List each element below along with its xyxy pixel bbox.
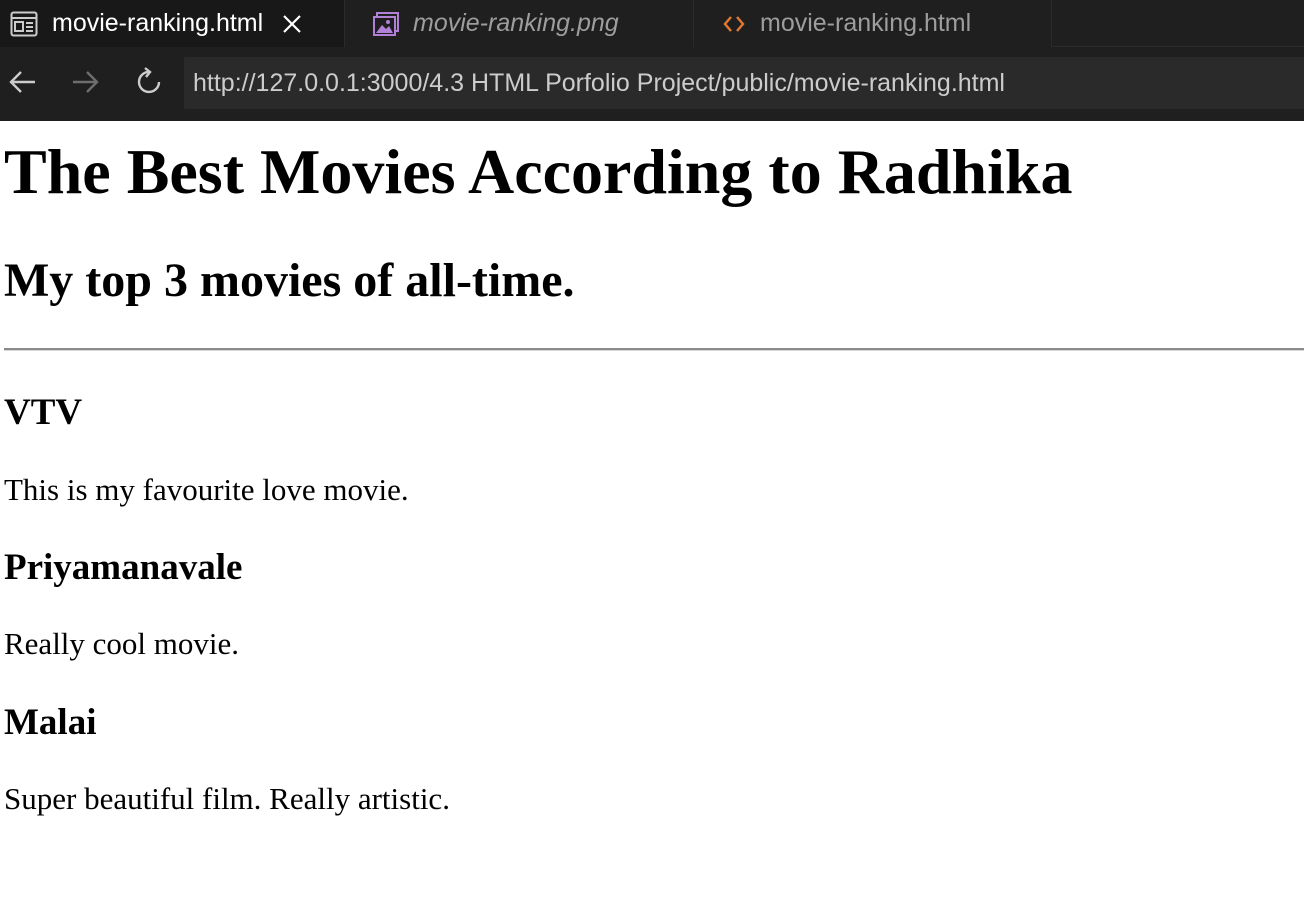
reload-button[interactable] (128, 62, 172, 106)
tab-movie-ranking-html[interactable]: movie-ranking.html (694, 0, 1052, 47)
tab-bar-empty-space (1052, 0, 1304, 47)
tab-movie-ranking-preview[interactable]: movie-ranking.html (0, 0, 345, 47)
close-icon[interactable] (281, 13, 303, 35)
movie-description: This is my favourite love movie. (4, 472, 409, 507)
forward-button[interactable] (64, 62, 108, 106)
page-viewport: The Best Movies According to Radhika My … (0, 121, 1304, 902)
tab-movie-ranking-png[interactable]: movie-ranking.png (345, 0, 694, 47)
movie-title: VTV (4, 392, 83, 433)
movie-title: Priyamanavale (4, 547, 243, 588)
browser-nav-bar: http://127.0.0.1:3000/4.3 HTML Porfolio … (0, 47, 1304, 121)
back-button[interactable] (0, 62, 44, 106)
arrow-right-icon (71, 69, 101, 100)
tab-label: movie-ranking.html (760, 9, 972, 37)
url-input[interactable]: http://127.0.0.1:3000/4.3 HTML Porfolio … (184, 57, 1304, 109)
editor-tab-bar: movie-ranking.html movie-ranking.png mov… (0, 0, 1304, 47)
reload-icon (135, 66, 165, 102)
tab-label: movie-ranking.png (413, 9, 619, 37)
page-subtitle: My top 3 movies of all-time. (4, 254, 575, 307)
movie-description: Really cool movie. (4, 626, 240, 661)
image-icon (373, 11, 399, 36)
code-icon (722, 13, 746, 35)
tab-label: movie-ranking.html (52, 9, 264, 37)
horizontal-rule (4, 348, 1304, 351)
movie-title: Malai (4, 702, 97, 743)
arrow-left-icon (7, 69, 37, 100)
page-title: The Best Movies According to Radhika (4, 136, 1073, 207)
preview-icon (10, 11, 38, 37)
movie-description: Super beautiful film. Really artistic. (4, 781, 450, 816)
